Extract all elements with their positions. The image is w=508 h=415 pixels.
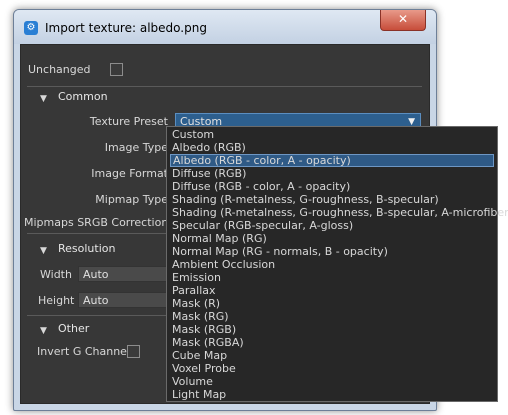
invert-g-checkbox[interactable] bbox=[127, 345, 140, 358]
texture-preset-dropdown-list[interactable]: Custom Albedo (RGB) Albedo (RGB - color, A… bbox=[166, 126, 508, 402]
height-value: Auto bbox=[83, 294, 109, 307]
dropdown-option[interactable]: Mask (R) bbox=[170, 297, 494, 310]
dropdown-option[interactable]: Albedo (RGB) bbox=[170, 141, 494, 154]
texture-preset-label: Texture Preset bbox=[89, 115, 168, 128]
dropdown-option[interactable]: Albedo (RGB - color, A - opacity) bbox=[170, 154, 494, 167]
dropdown-option[interactable]: Cube Map bbox=[170, 349, 494, 362]
height-label: Height bbox=[38, 294, 75, 307]
close-button[interactable]: ✕ bbox=[380, 10, 426, 31]
dropdown-option[interactable]: Normal Map (RG - normals, B - opacity) bbox=[170, 245, 494, 258]
invert-g-label: Invert G Channel bbox=[37, 345, 131, 358]
section-resolution[interactable]: Resolution bbox=[58, 242, 115, 255]
collapse-triangle-icon[interactable]: ▼ bbox=[40, 326, 47, 336]
dropdown-option[interactable]: Diffuse (RGB) bbox=[170, 167, 494, 180]
dropdown-option[interactable]: Custom bbox=[170, 128, 494, 141]
dropdown-option[interactable]: Light Map bbox=[170, 388, 494, 401]
unchanged-checkbox[interactable] bbox=[110, 63, 123, 76]
dropdown-option[interactable]: Specular (RGB-specular, A-gloss) bbox=[170, 219, 494, 232]
dropdown-option[interactable]: Normal Map (RG) bbox=[170, 232, 494, 245]
dropdown-option[interactable]: Parallax bbox=[170, 284, 494, 297]
dropdown-option[interactable]: Mask (RG) bbox=[170, 310, 494, 323]
height-select[interactable]: Auto bbox=[78, 292, 178, 308]
collapse-triangle-icon[interactable]: ▼ bbox=[40, 94, 47, 104]
title-bar[interactable]: ⚙ Import texture: albedo.png ✕ bbox=[14, 10, 436, 44]
collapse-triangle-icon[interactable]: ▼ bbox=[40, 246, 47, 256]
dropdown-option[interactable]: Mask (RGB) bbox=[170, 323, 494, 336]
dropdown-option[interactable]: Emission bbox=[170, 271, 494, 284]
dropdown-option[interactable]: Mask (RGBA) bbox=[170, 336, 494, 349]
width-value: Auto bbox=[83, 268, 109, 281]
dropdown-option[interactable]: Volume bbox=[170, 375, 494, 388]
width-select[interactable]: Auto bbox=[78, 266, 178, 282]
dropdown-option[interactable]: Diffuse (RGB - color, A - opacity) bbox=[170, 180, 494, 193]
gear-icon: ⚙ bbox=[24, 21, 38, 35]
width-label: Width bbox=[40, 268, 72, 281]
mipmaps-srgb-label: Mipmaps SRGB Correction bbox=[24, 216, 169, 229]
section-other[interactable]: Other bbox=[58, 322, 89, 335]
mipmap-type-label: Mipmap Type bbox=[95, 193, 168, 206]
window-title: Import texture: albedo.png bbox=[45, 21, 207, 35]
section-common[interactable]: Common bbox=[58, 90, 108, 103]
image-format-label: Image Format bbox=[91, 167, 168, 180]
dropdown-option[interactable]: Shading (R-metalness, G-roughness, B-spe… bbox=[170, 206, 508, 219]
divider bbox=[27, 86, 422, 87]
dropdown-option[interactable]: Ambient Occlusion bbox=[170, 258, 494, 271]
image-type-label: Image Type bbox=[104, 141, 168, 154]
dropdown-option[interactable]: Voxel Probe bbox=[170, 362, 494, 375]
dropdown-option[interactable]: Shading (R-metalness, G-roughness, B-spe… bbox=[170, 193, 494, 206]
unchanged-label: Unchanged bbox=[28, 63, 91, 76]
